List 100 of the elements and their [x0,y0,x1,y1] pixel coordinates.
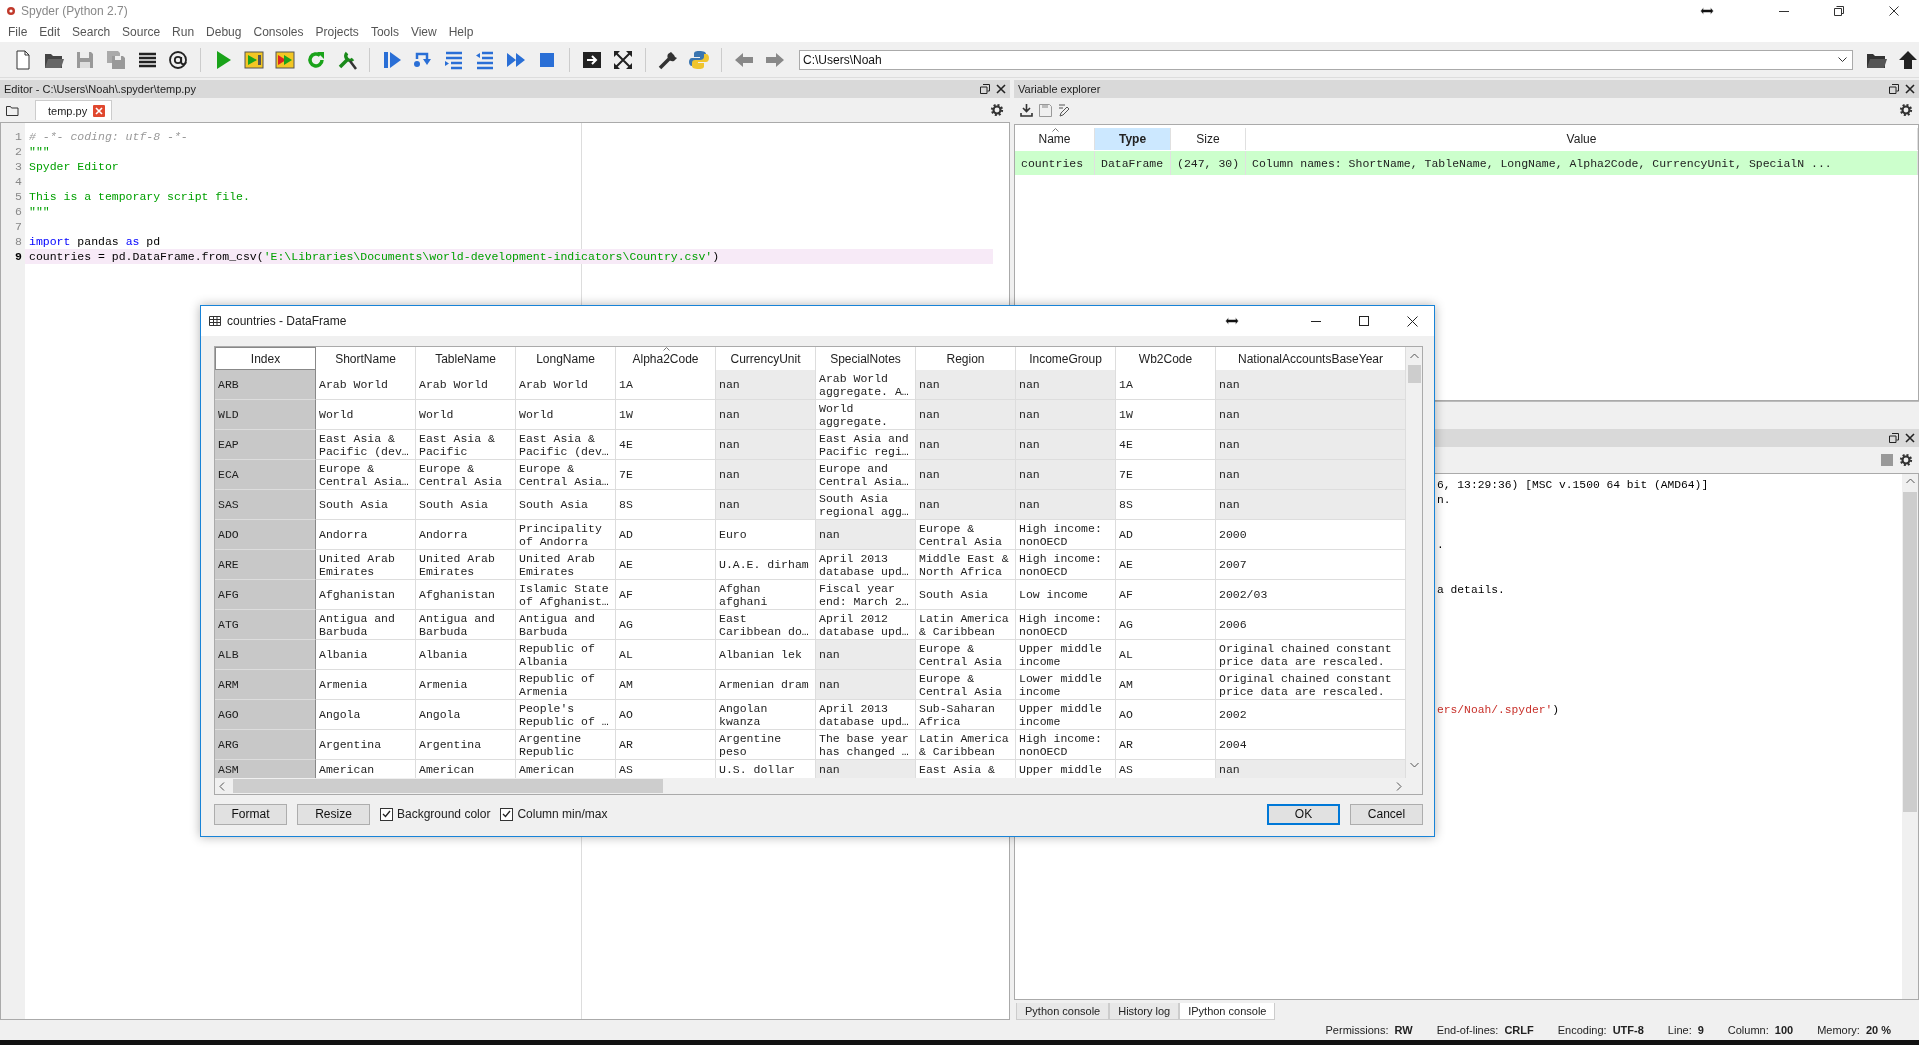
menu-item[interactable]: Projects [309,24,365,40]
table-cell: AM [1116,670,1216,700]
table-cell: AR [616,730,716,760]
menu-item[interactable]: File [2,24,34,40]
table-cell: 1A [616,370,716,400]
settings-icon[interactable] [990,103,1004,117]
row-header: ARG [215,730,316,760]
scrollbar[interactable] [215,778,1406,794]
column-header[interactable]: Type [1095,128,1171,150]
table-cell: nan [1016,430,1116,460]
table-cell: AE [616,550,716,580]
status-label: End-of-lines: [1436,1024,1499,1036]
table-cell: nan [1016,460,1116,490]
table-cell: nan [716,400,816,430]
table-cell: South Asia [316,490,416,520]
table-cell: World [516,400,616,430]
console-tab[interactable]: Python console [1016,1003,1110,1020]
dialog-button[interactable]: Resize [297,803,370,825]
close-icon[interactable] [1905,433,1915,443]
menu-item[interactable]: Help [442,24,480,40]
logo-icon[interactable] [688,48,710,71]
table-cell: April 2013 database upd… [816,550,916,580]
undock-icon[interactable] [1889,84,1899,94]
menu-item[interactable]: Source [116,24,167,40]
table-cell: Europe & Central Asia [916,640,1016,670]
undock-icon[interactable] [980,84,990,94]
up-arrow-icon[interactable] [1897,48,1919,71]
table-cell: AS [616,760,716,778]
column-header[interactable]: Index [215,347,316,370]
checkbox[interactable]: Column min/max [500,807,608,821]
table-cell: 2002/03 [1216,580,1406,610]
checkbox[interactable]: Background color [380,807,491,821]
menu-item[interactable]: Search [66,24,117,40]
settings-icon[interactable] [1899,103,1913,117]
table-cell: countries [1015,151,1095,175]
table-cell: Republic of Armenia [516,670,616,700]
editor-tab[interactable]: temp.py [35,100,113,120]
table-cell: 4E [616,430,716,460]
window-title: Spyder (Python 2.7) [21,4,128,18]
table-cell: AL [1116,640,1216,670]
line-number: 7 [14,219,23,234]
table-cell: Argentina [416,730,516,760]
table-cell: South Asia [516,490,616,520]
close-icon[interactable] [1889,6,1899,16]
restore-icon[interactable] [1834,6,1844,16]
scrollbar-thumb[interactable] [1407,365,1421,383]
scrollbar-thumb[interactable] [1903,492,1917,812]
column-header[interactable]: Size [1171,128,1246,150]
row-header: ASM [215,760,316,778]
settings-icon[interactable] [1899,453,1913,467]
path-field[interactable]: C:\Users\Noah [799,49,1853,70]
menu-item[interactable]: Consoles [247,24,310,40]
menu-item[interactable]: Edit [33,24,67,40]
table-cell: U.A.E. dirham [716,550,816,580]
column-header[interactable]: Value [1246,128,1918,150]
close-icon[interactable] [996,84,1006,94]
table-cell: East Asia and Pacific regi… [816,430,916,460]
table-icon [209,316,221,326]
table-cell: Original chained constant price data are rescaled. [1216,670,1406,700]
console-tab[interactable]: History log [1109,1003,1180,1020]
row-header: ALB [215,640,316,670]
status-label: Line: [1667,1024,1692,1036]
menu-item[interactable]: Debug [200,24,248,40]
table-cell: AO [616,700,716,730]
table-row[interactable]: countries DataFrame (247, 30) Column names: ShortName, TableName, LongName, Alpha2Code, CurrencyUnit, SpecialN ... [1015,151,1918,175]
menu-item[interactable]: Run [166,24,201,40]
edit-icon[interactable] [1058,103,1071,117]
caret-icon[interactable] [1838,56,1847,63]
scrollbar[interactable] [1406,347,1422,794]
browse-tabs-icon[interactable] [6,104,19,116]
dialog-button[interactable]: Cancel [1350,803,1423,825]
table-cell: AO [1116,700,1216,730]
at-sign-icon[interactable] [167,48,189,71]
pane-title: Variable explorer [1018,83,1101,95]
table-cell: Afghanistan [416,580,516,610]
menu-item[interactable]: View [404,24,443,40]
table-cell: Latin America & Caribbean [916,610,1016,640]
table-cell: nan [816,760,916,778]
table-cell: nan [1216,400,1406,430]
table-cell: nan [716,460,816,490]
undock-icon[interactable] [1889,433,1899,443]
fullscreen-icon[interactable] [612,48,634,71]
status-value: 100 [1774,1024,1794,1036]
dialog-button[interactable]: Format [214,803,287,825]
close-icon[interactable] [1407,315,1418,327]
table-cell: AG [616,610,716,640]
close-icon[interactable] [1905,84,1915,94]
line-number: 8 [14,234,23,249]
scrollbar-thumb[interactable] [233,779,663,793]
table-cell: AE [1116,550,1216,580]
import-icon[interactable] [1020,103,1033,117]
table-cell: 2007 [1216,550,1406,580]
menu-item[interactable]: Tools [364,24,405,40]
dialog-button[interactable]: OK [1267,803,1340,825]
table-cell: nan [1216,490,1406,520]
maximize-icon[interactable] [1359,316,1369,326]
console-tab[interactable]: IPython console [1179,1003,1276,1020]
run-cell-icon[interactable] [243,48,265,71]
scrollbar[interactable] [1902,474,1918,999]
run-cell-advance-icon[interactable] [274,48,296,71]
